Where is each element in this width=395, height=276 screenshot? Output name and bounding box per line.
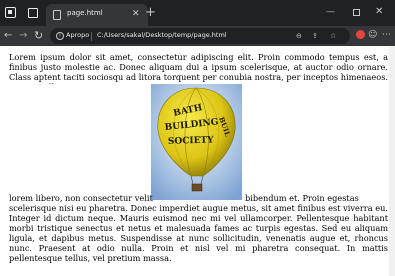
new-tab-plus-icon[interactable]: + <box>145 6 156 19</box>
profile-icon[interactable]: ☺ <box>368 29 377 41</box>
tab-close-icon[interactable]: ✕ <box>132 8 140 20</box>
minimize-icon[interactable]: — <box>326 6 335 18</box>
browser-toolbar: ← → ↻ i Apropo C:/Users/sakal/Desktop/te… <box>0 26 395 46</box>
browser-window: page.html ✕ + — ✕ ← → ↻ i Apropo C:/User… <box>0 0 395 276</box>
tab-bar: page.html ✕ + — ✕ <box>0 0 395 26</box>
url-text[interactable]: C:/Users/sakal/Desktop/temp/page.html <box>97 31 227 39</box>
address-bar[interactable]: i Apropo C:/Users/sakal/Desktop/temp/pag… <box>50 28 350 44</box>
window-close-icon[interactable]: ✕ <box>375 6 383 18</box>
star-icon[interactable]: ☆ <box>330 31 336 41</box>
more-menu-icon[interactable]: ⋯ <box>382 29 391 41</box>
paragraph-1: Lorem ipsum dolor sit amet, consectetur … <box>9 52 388 84</box>
text-after-image: bibendum et. Proin egestas <box>245 193 359 203</box>
reload-icon[interactable]: ↻ <box>34 30 43 42</box>
address-divider <box>91 32 92 41</box>
browser-app-icon[interactable] <box>5 7 16 18</box>
paragraph-2: scelerisque nisi eu pharetra. Donec impe… <box>9 203 388 263</box>
tab-title: page.html <box>67 9 103 17</box>
hot-air-balloon-image: BATH BUILDING SOCIETY BUIL <box>151 84 242 200</box>
maximize-icon[interactable] <box>353 9 360 16</box>
extension-icon[interactable] <box>356 30 365 39</box>
page-scrollbar[interactable] <box>389 46 395 276</box>
text-before-image: lorem libero, non consectetur velit <box>9 193 153 203</box>
tab-actions-icon[interactable] <box>27 7 38 18</box>
share-icon[interactable]: ⇪ <box>312 31 318 41</box>
file-icon <box>53 10 61 20</box>
page-content: Lorem ipsum dolor sit amet, consectetur … <box>0 46 395 276</box>
info-icon[interactable]: i <box>56 32 64 40</box>
back-arrow-icon[interactable]: ← <box>4 30 12 42</box>
forward-arrow-icon[interactable]: → <box>19 30 27 42</box>
site-info-label[interactable]: Apropo <box>66 31 89 39</box>
zoom-icon[interactable]: ⊖ <box>296 31 302 41</box>
tab-page-html[interactable]: page.html ✕ <box>46 4 148 26</box>
balloon-text-society: SOCIETY <box>168 135 215 147</box>
